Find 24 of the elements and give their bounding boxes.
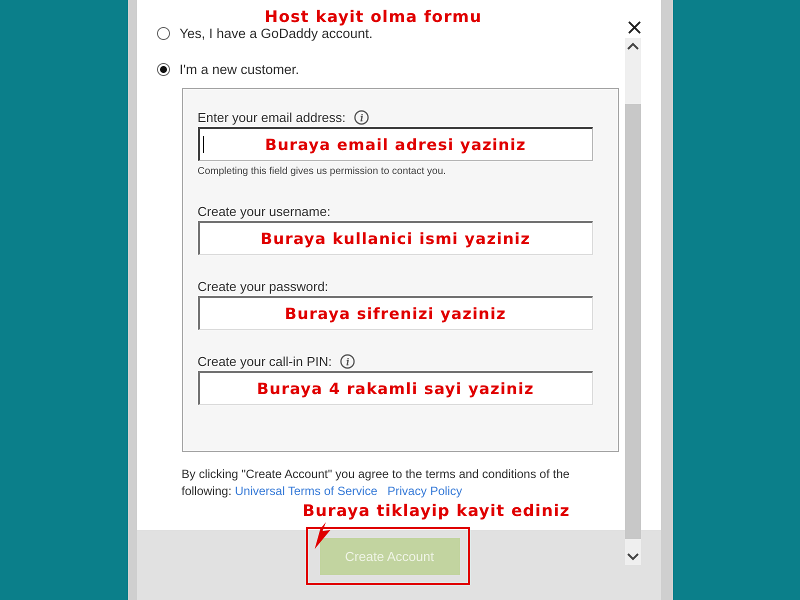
annotation-text: Buraya tiklayip kayit ediniz bbox=[302, 502, 570, 520]
info-icon[interactable] bbox=[354, 110, 369, 124]
scrollbar[interactable] bbox=[624, 38, 640, 565]
field-label: Create your username: bbox=[198, 204, 330, 218]
close-icon[interactable] bbox=[628, 21, 640, 34]
info-icon[interactable] bbox=[340, 354, 355, 368]
field-label: Create your password: bbox=[198, 278, 328, 294]
terms-link[interactable]: Privacy Policy bbox=[387, 484, 462, 498]
input-field[interactable]: Buraya sifrenizi yaziniz bbox=[198, 296, 592, 330]
input-field[interactable]: Buraya kullanici ismi yaziniz bbox=[198, 221, 592, 255]
input-field[interactable]: Buraya email adresi yaziniz bbox=[198, 127, 592, 161]
radio-button[interactable] bbox=[156, 26, 170, 40]
terms-link[interactable]: Universal Terms of Service bbox=[234, 484, 378, 498]
option-label: I'm a new customer. bbox=[180, 62, 300, 76]
option-label: Yes, I have a GoDaddy account. bbox=[180, 26, 373, 40]
annotation-text: Host kayit olma formu bbox=[264, 8, 482, 26]
terms-text: By clicking "Create Account" you agree to the terms and conditions of the following: Universal Terms of Service Privacy Policy bbox=[182, 466, 571, 500]
field-label: Enter your email address: bbox=[198, 110, 346, 124]
field-label: Create your call-in PIN: bbox=[198, 354, 332, 368]
input-field[interactable]: Buraya 4 rakamli sayi yaziniz bbox=[198, 371, 592, 405]
scroll-up-icon[interactable] bbox=[626, 42, 638, 50]
scroll-down-icon[interactable] bbox=[626, 553, 638, 561]
radio-button[interactable] bbox=[156, 62, 170, 76]
field-hint: Completing this field gives us permission to contact you. bbox=[198, 166, 447, 179]
